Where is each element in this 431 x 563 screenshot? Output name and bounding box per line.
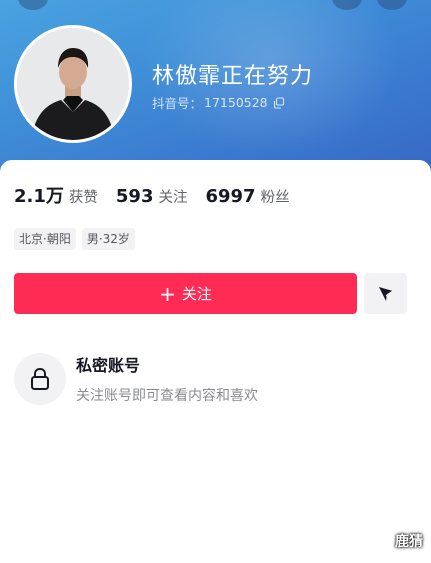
- stat-following[interactable]: 593 关注: [116, 186, 188, 207]
- follow-button[interactable]: + 关注: [14, 273, 357, 314]
- profile-tags: 北京·朝阳 男·32岁: [14, 228, 135, 250]
- stat-followers[interactable]: 6997 粉丝: [205, 186, 289, 207]
- back-button[interactable]: [18, 0, 48, 10]
- lock-icon-circle: [14, 352, 66, 405]
- follow-label: 关注: [181, 285, 212, 303]
- stats-row: 2.1万 获赞 593 关注 6997 粉丝: [14, 182, 308, 208]
- profile-card: 2.1万 获赞 593 关注 6997 粉丝 北京·朝阳 男·32岁 + 关注: [0, 160, 431, 563]
- private-desc: 关注账号即可查看内容和喜欢: [76, 388, 258, 404]
- uid-value: 17150528: [204, 95, 268, 110]
- likes-label: 获赞: [68, 190, 98, 206]
- location-tag: 北京·朝阳: [14, 228, 76, 250]
- nickname: 林傲霏正在努力: [152, 64, 314, 89]
- share-button[interactable]: [364, 273, 407, 314]
- send-arrow-icon: [378, 286, 393, 301]
- uid-label: 抖音号：: [152, 96, 203, 111]
- followers-count: 6997: [205, 186, 256, 207]
- gender-age-tag: 男·32岁: [81, 228, 135, 250]
- following-count: 593: [115, 186, 154, 207]
- following-label: 关注: [158, 190, 188, 206]
- followers-label: 粉丝: [260, 190, 290, 206]
- watermark: 鹿猜: [395, 534, 423, 550]
- profile-header: 林傲霏正在努力 抖音号： 17150528: [0, 0, 431, 185]
- likes-count: 2.1万: [14, 186, 64, 207]
- copy-icon[interactable]: [273, 96, 285, 109]
- private-title: 私密账号: [76, 356, 141, 375]
- lock-icon: [31, 367, 49, 390]
- plus-icon: +: [159, 281, 176, 306]
- uid-row[interactable]: 抖音号： 17150528: [152, 93, 285, 112]
- stat-likes[interactable]: 2.1万 获赞: [14, 182, 98, 208]
- avatar[interactable]: [14, 25, 132, 143]
- private-account-notice: 私密账号 关注账号即可查看内容和喜欢: [14, 352, 258, 405]
- private-text: 私密账号 关注账号即可查看内容和喜欢: [76, 352, 258, 405]
